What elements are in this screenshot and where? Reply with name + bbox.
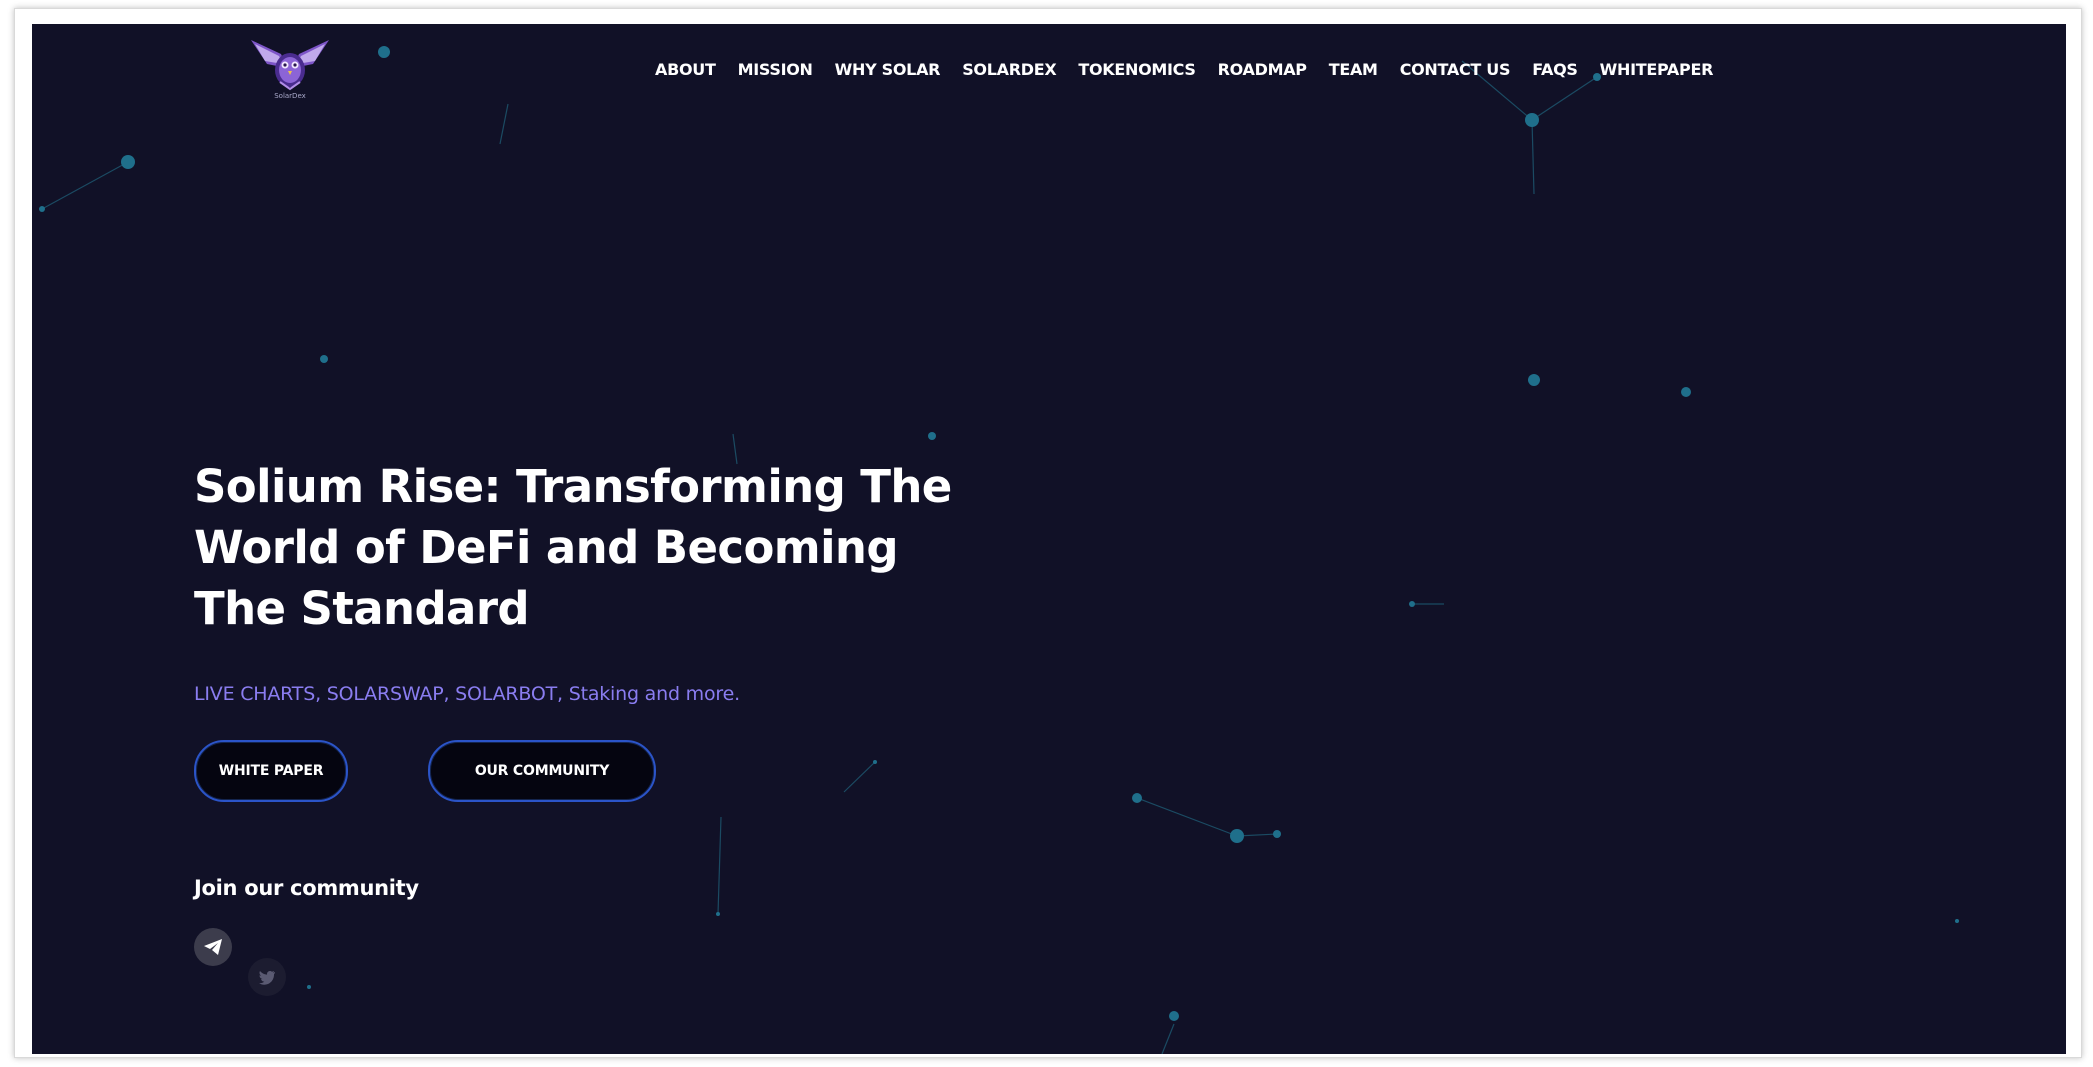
hero-tagline: LIVE CHARTS, SOLARSWAP, SOLARBOT, Stakin… [194,683,740,705]
telegram-link[interactable] [194,928,232,966]
white-paper-button[interactable]: WHITE PAPER [194,740,348,802]
hero-section: SolarDex ABOUT MISSION WHY SOLAR SOLARDE… [32,24,2066,1054]
nav-item-why-solar[interactable]: WHY SOLAR [824,58,952,82]
hero-headline: Solium Rise: Transforming The World of D… [194,460,952,635]
nav-item-faqs[interactable]: FAQS [1521,58,1588,82]
nav-item-mission[interactable]: MISSION [727,58,824,82]
nav-item-contact-us[interactable]: CONTACT US [1389,58,1522,82]
nav-item-solardex[interactable]: SOLARDEX [951,58,1067,82]
join-community-heading: Join our community [194,876,419,900]
twitter-link[interactable] [248,958,286,996]
logo-caption: SolarDex [274,92,306,100]
nav-item-tokenomics[interactable]: TOKENOMICS [1067,58,1206,82]
nav-item-roadmap[interactable]: ROADMAP [1207,58,1318,82]
twitter-icon [259,970,275,985]
nav-item-about[interactable]: ABOUT [644,58,727,82]
our-community-button[interactable]: OUR COMMUNITY [428,740,656,802]
telegram-icon [204,939,222,955]
nav-item-whitepaper[interactable]: WHITEPAPER [1589,58,1724,82]
nav-item-team[interactable]: TEAM [1318,58,1389,82]
winged-owl-logo-icon [251,40,329,91]
main-navigation: ABOUT MISSION WHY SOLAR SOLARDEX TOKENOM… [644,58,1724,82]
